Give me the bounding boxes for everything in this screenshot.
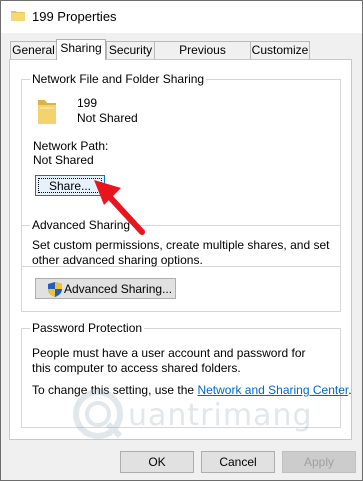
network-path-label: Network Path: bbox=[33, 139, 109, 153]
password-protection-description: People must have a user account and pass… bbox=[32, 346, 306, 375]
folder-icon bbox=[11, 11, 25, 21]
apply-button[interactable]: Apply bbox=[282, 451, 356, 473]
password-protection-title: Password Protection bbox=[30, 321, 145, 335]
tab-general[interactable]: General bbox=[10, 41, 57, 59]
folder-icon bbox=[38, 100, 56, 124]
title-bar: 199 Properties bbox=[1, 1, 362, 33]
password-change-suffix: . bbox=[348, 383, 352, 397]
sharing-tab-panel: Network File and Folder Sharing 199 Not … bbox=[9, 59, 352, 440]
advanced-sharing-title: Advanced Sharing bbox=[30, 218, 133, 232]
password-change-prefix: To change this setting, use the bbox=[32, 383, 195, 397]
uac-shield-icon bbox=[48, 282, 62, 297]
folder-name: 199 bbox=[77, 96, 98, 110]
window-title: 199 Properties bbox=[32, 9, 117, 24]
network-sharing-title: Network File and Folder Sharing bbox=[30, 72, 207, 86]
properties-dialog: 199 Properties General Sharing Security … bbox=[0, 0, 363, 481]
password-change-text: To change this setting, use the Network … bbox=[32, 383, 352, 397]
tab-sharing[interactable]: Sharing bbox=[56, 39, 106, 60]
cancel-button[interactable]: Cancel bbox=[201, 451, 275, 473]
network-sharing-center-link[interactable]: Network and Sharing Center bbox=[197, 383, 348, 397]
share-button[interactable]: Share... bbox=[35, 175, 105, 196]
network-path-value: Not Shared bbox=[33, 153, 94, 167]
tab-previous-versions[interactable]: Previous Versions bbox=[154, 41, 251, 74]
ok-button[interactable]: OK bbox=[120, 451, 194, 473]
tab-security[interactable]: Security bbox=[106, 41, 155, 59]
advanced-sharing-group: Advanced Sharing Set custom permissions,… bbox=[21, 218, 341, 312]
advanced-sharing-button-label: Advanced Sharing... bbox=[64, 281, 173, 296]
advanced-sharing-button[interactable]: Advanced Sharing... bbox=[35, 278, 176, 299]
folder-share-status: Not Shared bbox=[77, 111, 138, 125]
tab-customize[interactable]: Customize bbox=[250, 41, 310, 59]
password-protection-group: Password Protection People must have a u… bbox=[21, 321, 352, 428]
advanced-sharing-description: Set custom permissions, create multiple … bbox=[32, 238, 330, 267]
